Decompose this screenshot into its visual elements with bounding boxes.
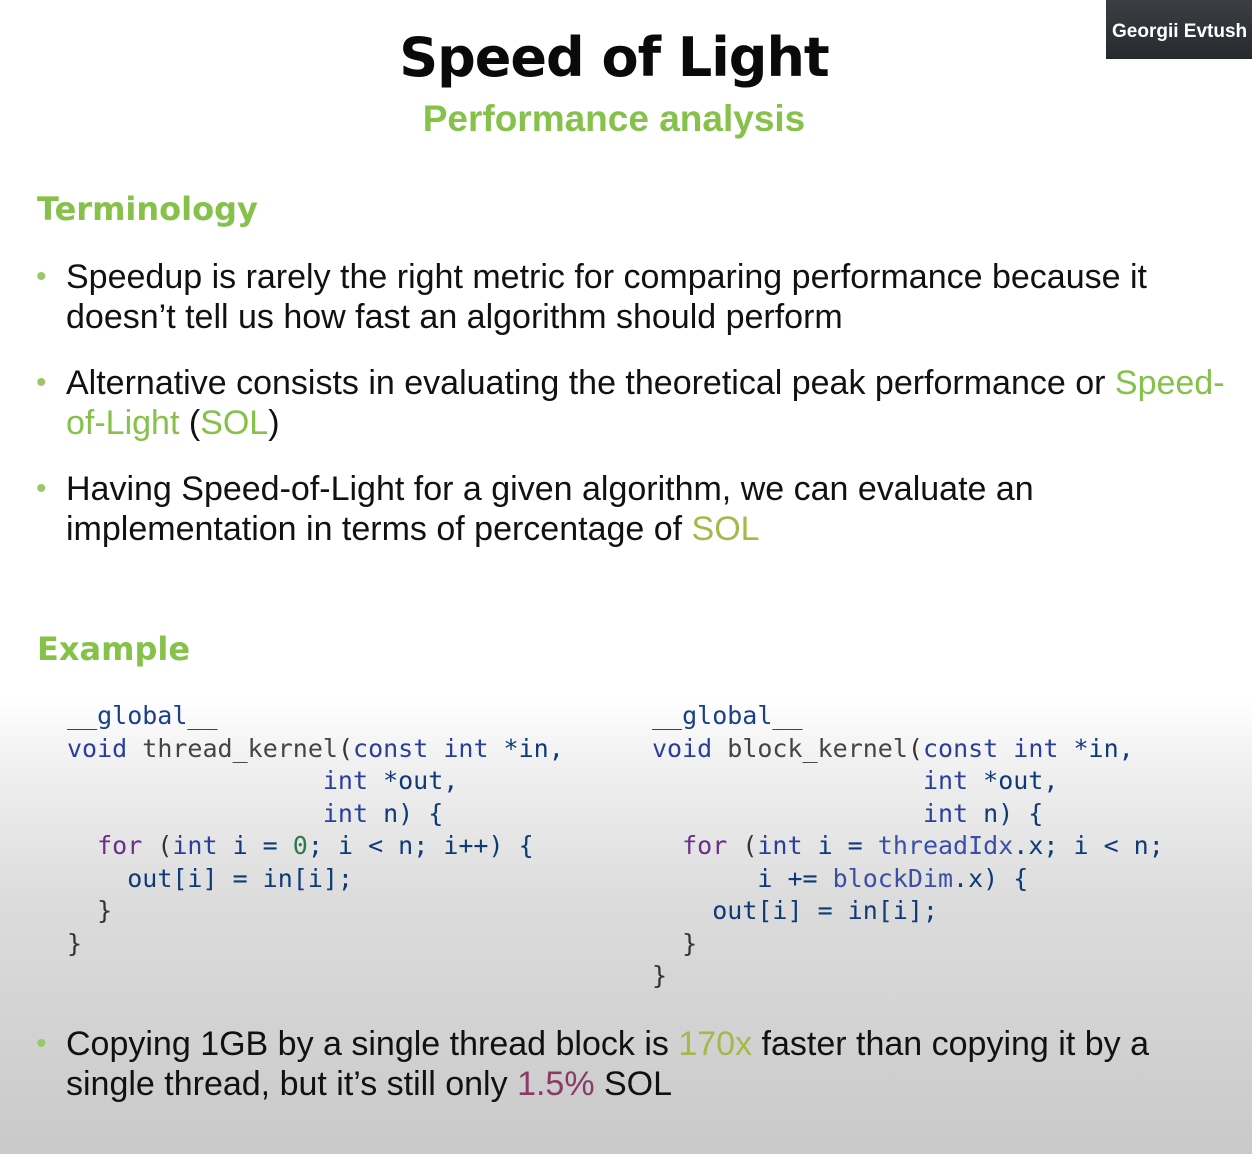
code-token: (: [907, 733, 923, 763]
code-token: .x) {: [953, 863, 1029, 893]
terminology-heading: Terminology: [37, 190, 258, 228]
slide-title: Speed of Light: [399, 26, 829, 89]
code-token: }: [652, 961, 668, 990]
code-token: void: [652, 733, 713, 763]
bullet-text: ): [268, 404, 280, 442]
code-token: i =: [217, 831, 293, 860]
code-function-name: block_kernel: [727, 733, 908, 763]
bullet-dot-icon: •: [36, 472, 47, 505]
code-token: n) {: [968, 798, 1044, 828]
highlight-sol: SOL: [691, 510, 760, 548]
code-token: i +=: [757, 863, 833, 893]
code-token: int: [757, 831, 803, 860]
code-block-thread-kernel: __global__ void thread_kernel(const int …: [67, 700, 564, 960]
highlight-speedup: 170x: [678, 1025, 753, 1063]
terminology-list: • Speedup is rarely the right metric for…: [30, 257, 1230, 575]
code-token: for: [97, 831, 143, 860]
code-token: *in,: [1058, 733, 1134, 763]
bullet-text: Alternative consists in evaluating the t…: [66, 364, 1115, 402]
code-token: int: [322, 766, 369, 795]
code-token: const: [353, 733, 429, 763]
highlight-percentage: 1.5%: [517, 1065, 595, 1103]
bullet-dot-icon: •: [36, 1027, 47, 1060]
code-token: int: [1013, 733, 1059, 763]
code-token: (: [337, 733, 354, 763]
code-token: (: [142, 831, 173, 860]
highlight-sol: SOL: [200, 404, 269, 442]
code-block-block-kernel: __global__ void block_kernel(const int *…: [652, 700, 1164, 993]
participant-name: Georgii Evtush: [1112, 21, 1248, 42]
code-token: ; i < n; i++) {: [307, 831, 534, 860]
slide-subtitle: Performance analysis: [422, 98, 806, 139]
code-token: *out,: [368, 766, 459, 795]
conclusion-bullet: • Copying 1GB by a single thread block i…: [30, 1024, 1230, 1104]
code-token: int: [172, 831, 218, 860]
code-token: __global__: [652, 701, 803, 730]
bullet-text: Copying 1GB by a single thread block is: [66, 1025, 679, 1063]
code-token: int: [922, 766, 969, 795]
code-token: (: [727, 831, 758, 860]
slide: Speed of Light Performance analysis Geor…: [0, 0, 1252, 1154]
webcam-thumbnail[interactable]: Georgii Evtush: [1106, 0, 1252, 59]
code-token: out[i] = in[i];: [127, 863, 353, 893]
code-token: for: [682, 831, 728, 860]
code-token: threadIdx: [877, 831, 1014, 860]
code-token: *in,: [488, 733, 564, 763]
example-heading: Example: [37, 630, 191, 668]
code-token: const: [922, 733, 999, 763]
code-token: *out,: [968, 766, 1059, 795]
terminology-bullet-2: • Alternative consists in evaluating the…: [30, 363, 1230, 443]
code-token: int: [322, 798, 369, 828]
bullet-text: Having Speed-of-Light for a given algori…: [66, 470, 1034, 548]
bullet-text: Speedup is rarely the right metric for c…: [66, 258, 1147, 336]
code-token: .x; i < n;: [1013, 831, 1164, 860]
code-token: }: [97, 896, 113, 925]
code-token: blockDim: [832, 863, 954, 893]
code-token: __global__: [67, 701, 218, 730]
code-token: out[i] = in[i];: [712, 896, 938, 925]
code-token: }: [67, 928, 83, 958]
bullet-dot-icon: •: [36, 260, 47, 293]
bullet-dot-icon: •: [36, 366, 47, 399]
code-token: void: [67, 733, 128, 763]
bullet-text: (: [179, 404, 201, 442]
code-token: i =: [802, 831, 878, 860]
code-token: 0: [292, 831, 308, 860]
code-token: }: [682, 928, 698, 958]
bullet-text: SOL: [594, 1065, 673, 1103]
terminology-bullet-1: • Speedup is rarely the right metric for…: [30, 257, 1230, 337]
terminology-bullet-3: • Having Speed-of-Light for a given algo…: [30, 469, 1230, 549]
conclusion-list: • Copying 1GB by a single thread block i…: [30, 1024, 1230, 1130]
code-token: int: [443, 733, 489, 763]
code-token: int: [922, 798, 969, 828]
code-token: n) {: [368, 798, 444, 828]
code-function-name: thread_kernel: [142, 733, 338, 763]
